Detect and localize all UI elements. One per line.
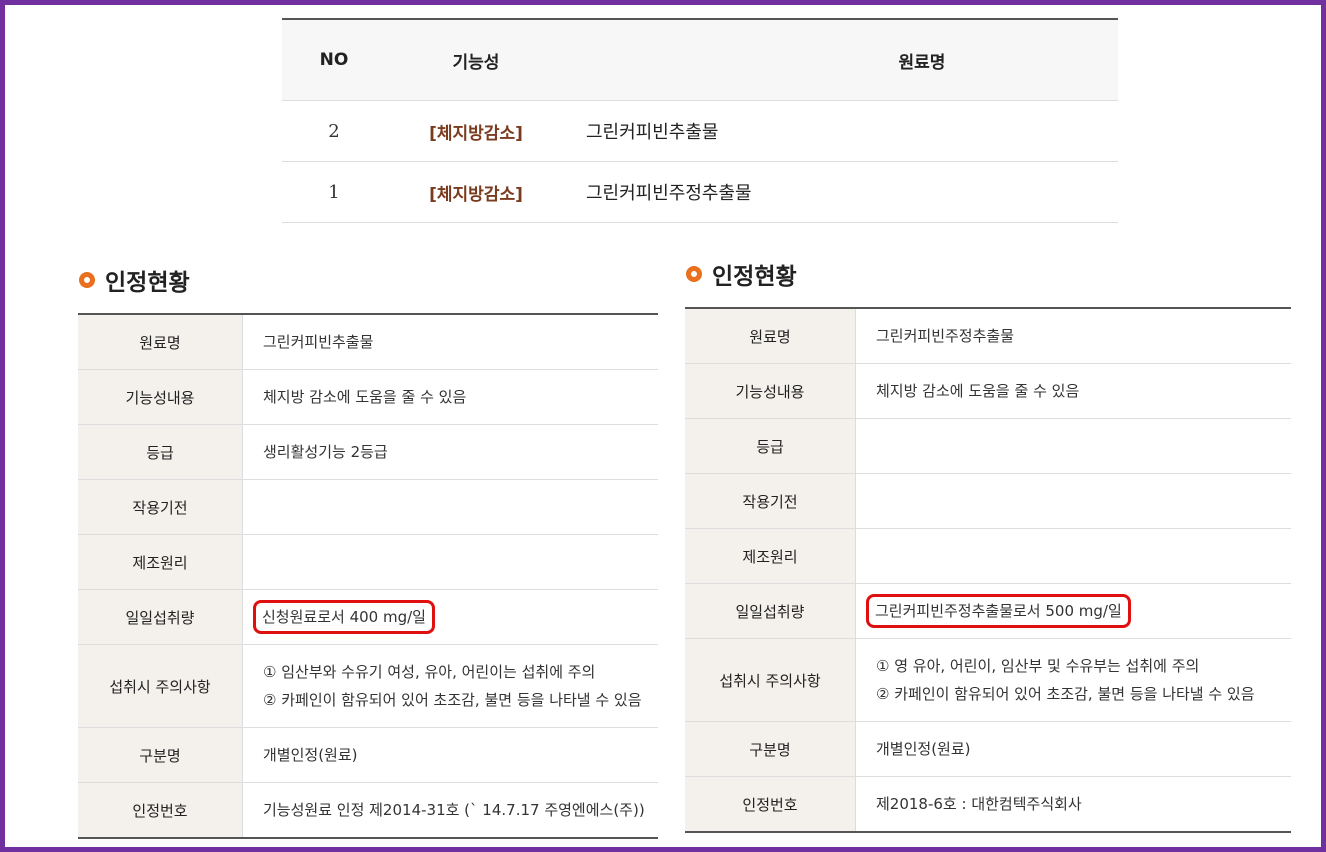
row-function-link[interactable]: [체지방감소] (386, 180, 566, 205)
label-cell: 작용기전 (78, 480, 243, 534)
table-row: 일일섭취량 신청원료로서 400 mg/일 (78, 590, 658, 645)
header-no: NO (319, 50, 349, 70)
highlighted-daily-intake: 그린커피빈주정추출물로서 500 mg/일 (866, 594, 1131, 628)
row-no: 2 (328, 120, 340, 142)
value-cell: 체지방 감소에 도움을 줄 수 있음 (856, 364, 1291, 418)
row-ingredient-link[interactable]: 그린커피빈주정추출물 (566, 179, 1118, 205)
label-cell: 기능성내용 (78, 370, 243, 424)
table-row: 원료명 그린커피빈주정추출물 (685, 309, 1291, 364)
label-cell: 작용기전 (685, 474, 856, 528)
value-text: 생리활성기능 2등급 (263, 443, 388, 461)
label-cell: 인정번호 (78, 783, 243, 837)
value-cell: 그린커피빈주정추출물 (856, 309, 1291, 363)
caution-line-1: ① 영 유아, 어린이, 임산부 및 수유부는 섭취에 주의 (876, 657, 1200, 675)
value-text: 기능성원료 인정 제2014-31호 (` 14.7.17 주영엔에스(주)) (263, 801, 645, 819)
bullet-circle-icon (686, 266, 702, 282)
right-section-title: 인정현황 (686, 257, 797, 291)
row-function-link[interactable]: [체지방감소] (386, 119, 566, 144)
list-row[interactable]: 1 [체지방감소] 그린커피빈주정추출물 (282, 162, 1118, 223)
value-cell: 그린커피빈추출물 (243, 315, 658, 369)
value-text: 체지방 감소에 도움을 줄 수 있음 (876, 382, 1080, 400)
table-row: 기능성내용 체지방 감소에 도움을 줄 수 있음 (78, 370, 658, 425)
caution-line-2: ② 카페인이 함유되어 있어 초조감, 불면 등을 나타낼 수 있음 (876, 685, 1255, 703)
value-cell: ① 영 유아, 어린이, 임산부 및 수유부는 섭취에 주의 ② 카페인이 함유… (856, 639, 1291, 721)
label-cell: 제조원리 (78, 535, 243, 589)
value-cell (243, 535, 658, 589)
table-row: 인정번호 제2018-6호 : 대한컴텍주식회사 (685, 777, 1291, 831)
header-ingredient-name: 원료명 (898, 52, 946, 73)
label-cell: 등급 (78, 425, 243, 479)
table-row: 구분명 개별인정(원료) (685, 722, 1291, 777)
label-cell: 인정번호 (685, 777, 856, 831)
value-text: 개별인정(원료) (263, 746, 358, 764)
value-text: 그린커피빈추출물 (263, 333, 374, 351)
highlighted-daily-intake: 신청원료로서 400 mg/일 (253, 600, 435, 634)
label-cell: 섭취시 주의사항 (685, 639, 856, 721)
value-cell (856, 419, 1291, 473)
label-cell: 구분명 (685, 722, 856, 776)
right-certification-table: 원료명 그린커피빈주정추출물 기능성내용 체지방 감소에 도움을 줄 수 있음 … (685, 307, 1291, 833)
list-row[interactable]: 2 [체지방감소] 그린커피빈추출물 (282, 101, 1118, 162)
value-cell: 신청원료로서 400 mg/일 (243, 590, 658, 644)
label-cell: 섭취시 주의사항 (78, 645, 243, 727)
table-row: 제조원리 (78, 535, 658, 590)
value-cell (856, 474, 1291, 528)
value-cell: 생리활성기능 2등급 (243, 425, 658, 479)
ingredient-list-table: NO 기능성 원료명 2 [체지방감소] 그린커피빈추출물 1 [체지방감소] … (282, 18, 1118, 223)
list-header-row: NO 기능성 원료명 (282, 20, 1118, 101)
row-no: 1 (328, 181, 340, 203)
value-cell (243, 480, 658, 534)
left-certification-table: 원료명 그린커피빈추출물 기능성내용 체지방 감소에 도움을 줄 수 있음 등급… (78, 313, 658, 839)
bullet-circle-icon (79, 272, 95, 288)
header-function: 기능성 (452, 52, 500, 73)
label-cell: 제조원리 (685, 529, 856, 583)
section-title-text: 인정현황 (105, 270, 190, 296)
label-cell: 일일섭취량 (78, 590, 243, 644)
value-cell: ① 임산부와 수유기 여성, 유아, 어린이는 섭취에 주의 ② 카페인이 함유… (243, 645, 658, 727)
label-cell: 등급 (685, 419, 856, 473)
table-row: 기능성내용 체지방 감소에 도움을 줄 수 있음 (685, 364, 1291, 419)
value-cell: 체지방 감소에 도움을 줄 수 있음 (243, 370, 658, 424)
value-cell (856, 529, 1291, 583)
left-section-title: 인정현황 (79, 263, 190, 297)
value-text: 개별인정(원료) (876, 740, 971, 758)
table-row: 섭취시 주의사항 ① 임산부와 수유기 여성, 유아, 어린이는 섭취에 주의 … (78, 645, 658, 728)
table-row: 일일섭취량 그린커피빈주정추출물로서 500 mg/일 (685, 584, 1291, 639)
row-ingredient-link[interactable]: 그린커피빈추출물 (566, 118, 1118, 144)
table-row: 등급 생리활성기능 2등급 (78, 425, 658, 480)
table-row: 작용기전 (685, 474, 1291, 529)
label-cell: 원료명 (78, 315, 243, 369)
table-row: 작용기전 (78, 480, 658, 535)
table-row: 구분명 개별인정(원료) (78, 728, 658, 783)
value-cell: 그린커피빈주정추출물로서 500 mg/일 (856, 584, 1291, 638)
label-cell: 기능성내용 (685, 364, 856, 418)
table-row: 제조원리 (685, 529, 1291, 584)
section-title-text: 인정현황 (712, 264, 797, 290)
table-row: 등급 (685, 419, 1291, 474)
value-cell: 개별인정(원료) (243, 728, 658, 782)
caution-line-1: ① 임산부와 수유기 여성, 유아, 어린이는 섭취에 주의 (263, 663, 596, 681)
value-text: 그린커피빈주정추출물 (876, 327, 1015, 345)
table-row: 섭취시 주의사항 ① 영 유아, 어린이, 임산부 및 수유부는 섭취에 주의 … (685, 639, 1291, 722)
label-cell: 원료명 (685, 309, 856, 363)
value-cell: 제2018-6호 : 대한컴텍주식회사 (856, 777, 1291, 831)
value-cell: 개별인정(원료) (856, 722, 1291, 776)
label-cell: 일일섭취량 (685, 584, 856, 638)
table-row: 원료명 그린커피빈추출물 (78, 315, 658, 370)
table-row: 인정번호 기능성원료 인정 제2014-31호 (` 14.7.17 주영엔에스… (78, 783, 658, 837)
caution-line-2: ② 카페인이 함유되어 있어 초조감, 불면 등을 나타낼 수 있음 (263, 691, 642, 709)
value-text: 체지방 감소에 도움을 줄 수 있음 (263, 388, 467, 406)
value-text: 제2018-6호 : 대한컴텍주식회사 (876, 795, 1082, 813)
value-cell: 기능성원료 인정 제2014-31호 (` 14.7.17 주영엔에스(주)) (243, 783, 658, 837)
label-cell: 구분명 (78, 728, 243, 782)
